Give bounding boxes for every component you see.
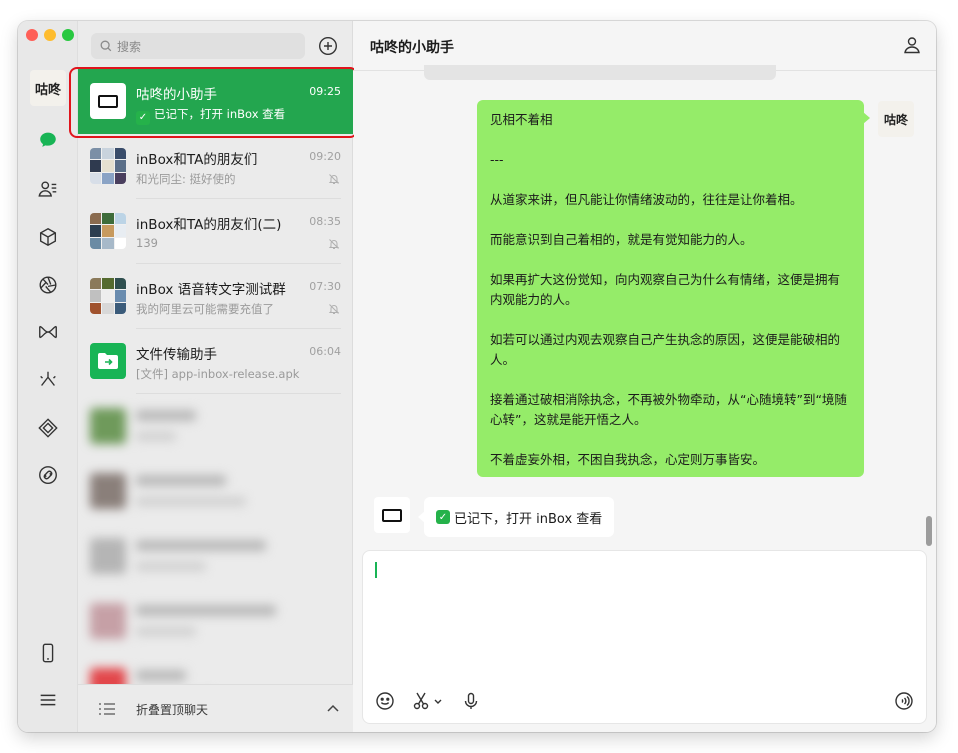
bot-logo-icon: [382, 508, 402, 522]
reply-text: 已记下，打开 inBox 查看: [454, 511, 603, 527]
message-line: 从道家来讲，但凡能让你情绪波动的，往往是让你着相。: [490, 192, 803, 207]
voice-message-button[interactable]: [894, 690, 914, 712]
emoji-button[interactable]: [375, 690, 395, 712]
chat-name: inBox和TA的朋友们(二): [136, 217, 282, 233]
folder-arrow-icon: [98, 353, 118, 369]
received-message-bubble[interactable]: ✓ 已记下，打开 inBox 查看: [417, 497, 615, 537]
file-transfer-avatar: [90, 343, 126, 379]
blurred-chat-item[interactable]: [78, 459, 353, 524]
screenshot-button[interactable]: [411, 690, 443, 712]
group-avatar: [90, 148, 126, 184]
message-line: 如若可以通过内观去观察自己产生执念的原因，这便是能破相的人。: [490, 332, 841, 367]
moments-aperture-icon[interactable]: [36, 273, 60, 297]
blurred-chat-item[interactable]: [78, 524, 353, 589]
chat-preview: 和光同尘: 挺好使的: [136, 172, 236, 186]
contacts-icon[interactable]: [36, 177, 60, 201]
chat-time: 06:04: [309, 345, 341, 358]
channels-icon[interactable]: [36, 320, 60, 344]
my-avatar-text: 咕咚: [34, 82, 61, 98]
chat-item-file-transfer[interactable]: 文件传输助手 [文件] app-inbox-release.apk 06:04: [78, 329, 353, 394]
my-avatar[interactable]: 咕咚: [30, 70, 66, 106]
search-placeholder: 搜索: [117, 39, 142, 54]
window-close-button[interactable]: [26, 29, 38, 41]
checkmark-icon: ✓: [436, 510, 450, 524]
message-line: 接着通过破相消除执念，不再被外物牵动，从“心随境转”到“境随心转”，这就是能开悟…: [490, 392, 847, 427]
chat-name: inBox 语音转文字测试群: [136, 282, 286, 298]
chevron-up-icon[interactable]: [327, 703, 339, 713]
apps-link-icon[interactable]: [36, 463, 60, 487]
folded-label: 折叠置顶聊天: [136, 703, 209, 717]
profile-icon[interactable]: [902, 35, 922, 55]
chat-item-voice-test-group[interactable]: inBox 语音转文字测试群 我的阿里云可能需要充值了 07:30: [78, 264, 353, 329]
list-icon: [99, 703, 115, 715]
wechat-window: 咕咚 搜索 咕咚的小助手 ✓ 已记下，打开 inBox 查看 09:25 inB…: [18, 21, 936, 732]
sender-avatar-text: 咕咚: [883, 112, 908, 127]
mini-programs-icon[interactable]: [36, 416, 60, 440]
chat-time: 07:30: [309, 280, 341, 293]
text-caret: [375, 562, 377, 578]
voice-input-button[interactable]: [461, 690, 481, 712]
emoji-icon: [376, 692, 394, 710]
conversation-header: 咕咚的小助手: [354, 21, 936, 71]
menu-icon[interactable]: [36, 688, 60, 712]
conversation-title: 咕咚的小助手: [370, 40, 454, 56]
scrollbar-thumb[interactable]: [926, 516, 932, 546]
window-maximize-button[interactable]: [62, 29, 74, 41]
mute-bell-icon: [328, 174, 340, 184]
chat-item-inbox-friends-2[interactable]: inBox和TA的朋友们(二) 139 08:35: [78, 199, 353, 264]
add-circle-icon[interactable]: [318, 36, 338, 56]
favorites-cube-icon[interactable]: [36, 225, 60, 249]
assistant-avatar[interactable]: [374, 497, 410, 533]
sound-wave-icon: [895, 692, 913, 710]
message-line: 而能意识到自己着相的，就是有觉知能力的人。: [490, 232, 753, 247]
sent-message-bubble[interactable]: 见相不着相 --- 从道家来讲，但凡能让你情绪波动的，往往是让你着相。 而能意识…: [477, 100, 870, 477]
message-input[interactable]: [362, 550, 927, 724]
sender-avatar[interactable]: 咕咚: [878, 101, 914, 137]
chat-time: 08:35: [309, 215, 341, 228]
chat-name: 文件传输助手: [136, 347, 217, 363]
chat-time: 09:20: [309, 150, 341, 163]
chat-preview: 139: [136, 236, 158, 250]
chevron-down-icon[interactable]: [433, 696, 443, 706]
search-input[interactable]: 搜索: [91, 33, 305, 59]
search-icon: [100, 40, 112, 52]
microphone-icon: [464, 692, 478, 709]
message-line: ---: [490, 152, 504, 167]
mute-bell-icon: [328, 304, 340, 314]
mute-bell-icon: [328, 239, 340, 249]
group-avatar: [90, 213, 126, 249]
discover-sparkle-icon[interactable]: [36, 368, 60, 392]
conversation-panel: 咕咚的小助手 见相不着相 --- 从道家来讲，但凡能让你情绪波动的，往往是让你着…: [354, 21, 936, 732]
chats-icon[interactable]: [36, 128, 60, 152]
message-line: 不着虚妄外相，不困自我执念，心定则万事皆安。: [490, 452, 766, 467]
blurred-chat-item[interactable]: [78, 394, 353, 459]
folded-pinned-chats[interactable]: 折叠置顶聊天: [78, 684, 353, 732]
chat-preview: [文件] app-inbox-release.apk: [136, 367, 300, 381]
group-avatar: [90, 278, 126, 314]
chat-name: inBox和TA的朋友们: [136, 152, 258, 168]
message-line: 如果再扩大这份觉知，向内观察自己为什么有情绪，这便是拥有内观能力的人。: [490, 272, 841, 307]
message-line: 见相不着相: [490, 112, 553, 127]
previous-message-bubble: [424, 65, 776, 80]
window-minimize-button[interactable]: [44, 29, 56, 41]
chat-item-inbox-friends[interactable]: inBox和TA的朋友们 和光同尘: 挺好使的 09:20: [78, 134, 353, 199]
blurred-chat-item[interactable]: [78, 589, 353, 654]
chat-preview: 我的阿里云可能需要充值了: [136, 302, 274, 316]
active-chat-highlight: [69, 67, 358, 138]
phone-icon[interactable]: [36, 641, 60, 665]
scissors-icon: [413, 692, 429, 710]
